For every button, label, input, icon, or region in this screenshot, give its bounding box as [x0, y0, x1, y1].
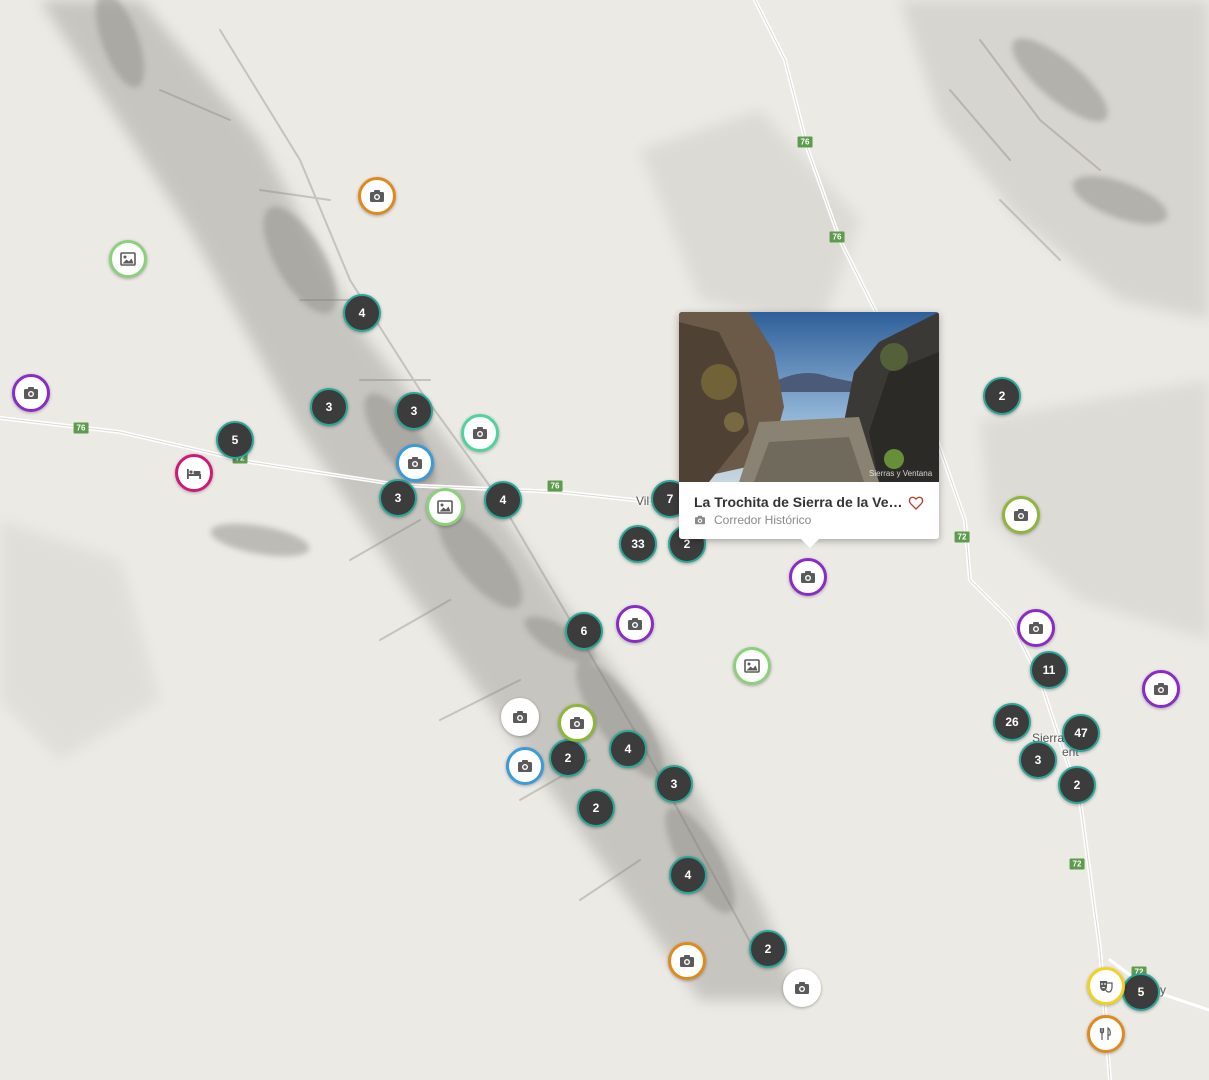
camera-icon — [795, 982, 809, 994]
camera-icon — [408, 457, 422, 469]
poi-marker-camera[interactable] — [358, 177, 396, 215]
camera-icon — [680, 955, 694, 967]
camera-icon — [24, 387, 38, 399]
heart-icon[interactable] — [908, 495, 924, 511]
road-shield: 72 — [1069, 858, 1085, 870]
cluster-marker[interactable]: 5 — [1122, 973, 1160, 1011]
popup-category: Corredor Histórico — [714, 513, 812, 527]
camera-icon — [695, 515, 705, 525]
road-shield: 76 — [73, 422, 89, 434]
cluster-marker[interactable]: 3 — [395, 392, 433, 430]
cluster-marker[interactable]: 4 — [343, 294, 381, 332]
photo-icon — [437, 500, 453, 514]
cluster-marker[interactable]: 3 — [655, 765, 693, 803]
cluster-marker[interactable]: 3 — [1019, 741, 1057, 779]
place-label: Vil — [636, 494, 650, 508]
road-shield: 76 — [547, 480, 563, 492]
cluster-marker[interactable]: 2 — [549, 739, 587, 777]
cluster-marker[interactable]: 2 — [983, 377, 1021, 415]
camera-icon — [628, 618, 642, 630]
cluster-marker[interactable]: 26 — [993, 703, 1031, 741]
road-shield: 76 — [797, 136, 813, 148]
poi-marker-camera[interactable] — [12, 374, 50, 412]
cluster-marker[interactable]: 47 — [1062, 714, 1100, 752]
cutlery-icon — [1099, 1027, 1111, 1040]
place-label: y — [1160, 983, 1166, 997]
camera-icon — [801, 571, 815, 583]
poi-marker-photo[interactable] — [109, 240, 147, 278]
poi-marker-camera[interactable] — [1017, 609, 1055, 647]
camera-icon — [1029, 622, 1043, 634]
cluster-marker[interactable]: 4 — [669, 856, 707, 894]
poi-marker-theater[interactable] — [1087, 967, 1125, 1005]
terrain-basemap — [0, 0, 1209, 1080]
map-canvas[interactable]: 76 76 76 76 72 72 72 72 Vil Sierra ent y… — [0, 0, 1209, 1080]
popup-title[interactable]: La Trochita de Sierra de la Vent... — [694, 494, 904, 510]
cluster-marker[interactable]: 5 — [216, 421, 254, 459]
camera-icon — [473, 427, 487, 439]
photo-watermark: Sierras y Ventana — [869, 469, 933, 478]
cluster-marker[interactable]: 33 — [619, 525, 657, 563]
camera-icon — [513, 711, 527, 723]
poi-marker-photo[interactable] — [733, 647, 771, 685]
cluster-marker[interactable]: 2 — [577, 789, 615, 827]
poi-marker-photo[interactable] — [426, 488, 464, 526]
cluster-marker[interactable]: 4 — [484, 481, 522, 519]
cluster-marker[interactable]: 2 — [749, 930, 787, 968]
popup-photo[interactable]: Sierras y Ventana — [679, 312, 939, 482]
camera-icon — [1014, 509, 1028, 521]
road-shield: 72 — [954, 531, 970, 543]
poi-marker-camera[interactable] — [616, 605, 654, 643]
camera-icon — [370, 190, 384, 202]
photo-icon — [120, 252, 136, 266]
cluster-marker[interactable]: 3 — [379, 479, 417, 517]
camera-icon — [570, 717, 584, 729]
poi-marker-camera[interactable] — [396, 444, 434, 482]
poi-popup-card[interactable]: Sierras y Ventana La Trochita de Sierra … — [679, 312, 939, 548]
photo-icon — [744, 659, 760, 673]
poi-marker-camera[interactable] — [668, 942, 706, 980]
cluster-marker[interactable]: 4 — [609, 730, 647, 768]
poi-marker-camera[interactable] — [1142, 670, 1180, 708]
cluster-marker[interactable]: 6 — [565, 612, 603, 650]
bed-icon — [187, 469, 201, 479]
cluster-marker[interactable]: 11 — [1030, 651, 1068, 689]
road-shield: 76 — [829, 231, 845, 243]
camera-icon — [518, 760, 532, 772]
poi-marker-restaurant[interactable] — [1087, 1015, 1125, 1053]
camera-icon — [1154, 683, 1168, 695]
poi-marker-camera-selected[interactable] — [789, 558, 827, 596]
theater-icon — [1100, 981, 1113, 993]
cluster-marker[interactable]: 2 — [1058, 766, 1096, 804]
poi-marker-camera[interactable] — [501, 698, 539, 736]
poi-marker-camera[interactable] — [506, 747, 544, 785]
poi-marker-camera[interactable] — [1002, 496, 1040, 534]
poi-marker-camera[interactable] — [461, 414, 499, 452]
cluster-marker[interactable]: 3 — [310, 388, 348, 426]
poi-marker-lodging[interactable] — [175, 454, 213, 492]
poi-marker-camera[interactable] — [783, 969, 821, 1007]
poi-marker-camera[interactable] — [558, 704, 596, 742]
